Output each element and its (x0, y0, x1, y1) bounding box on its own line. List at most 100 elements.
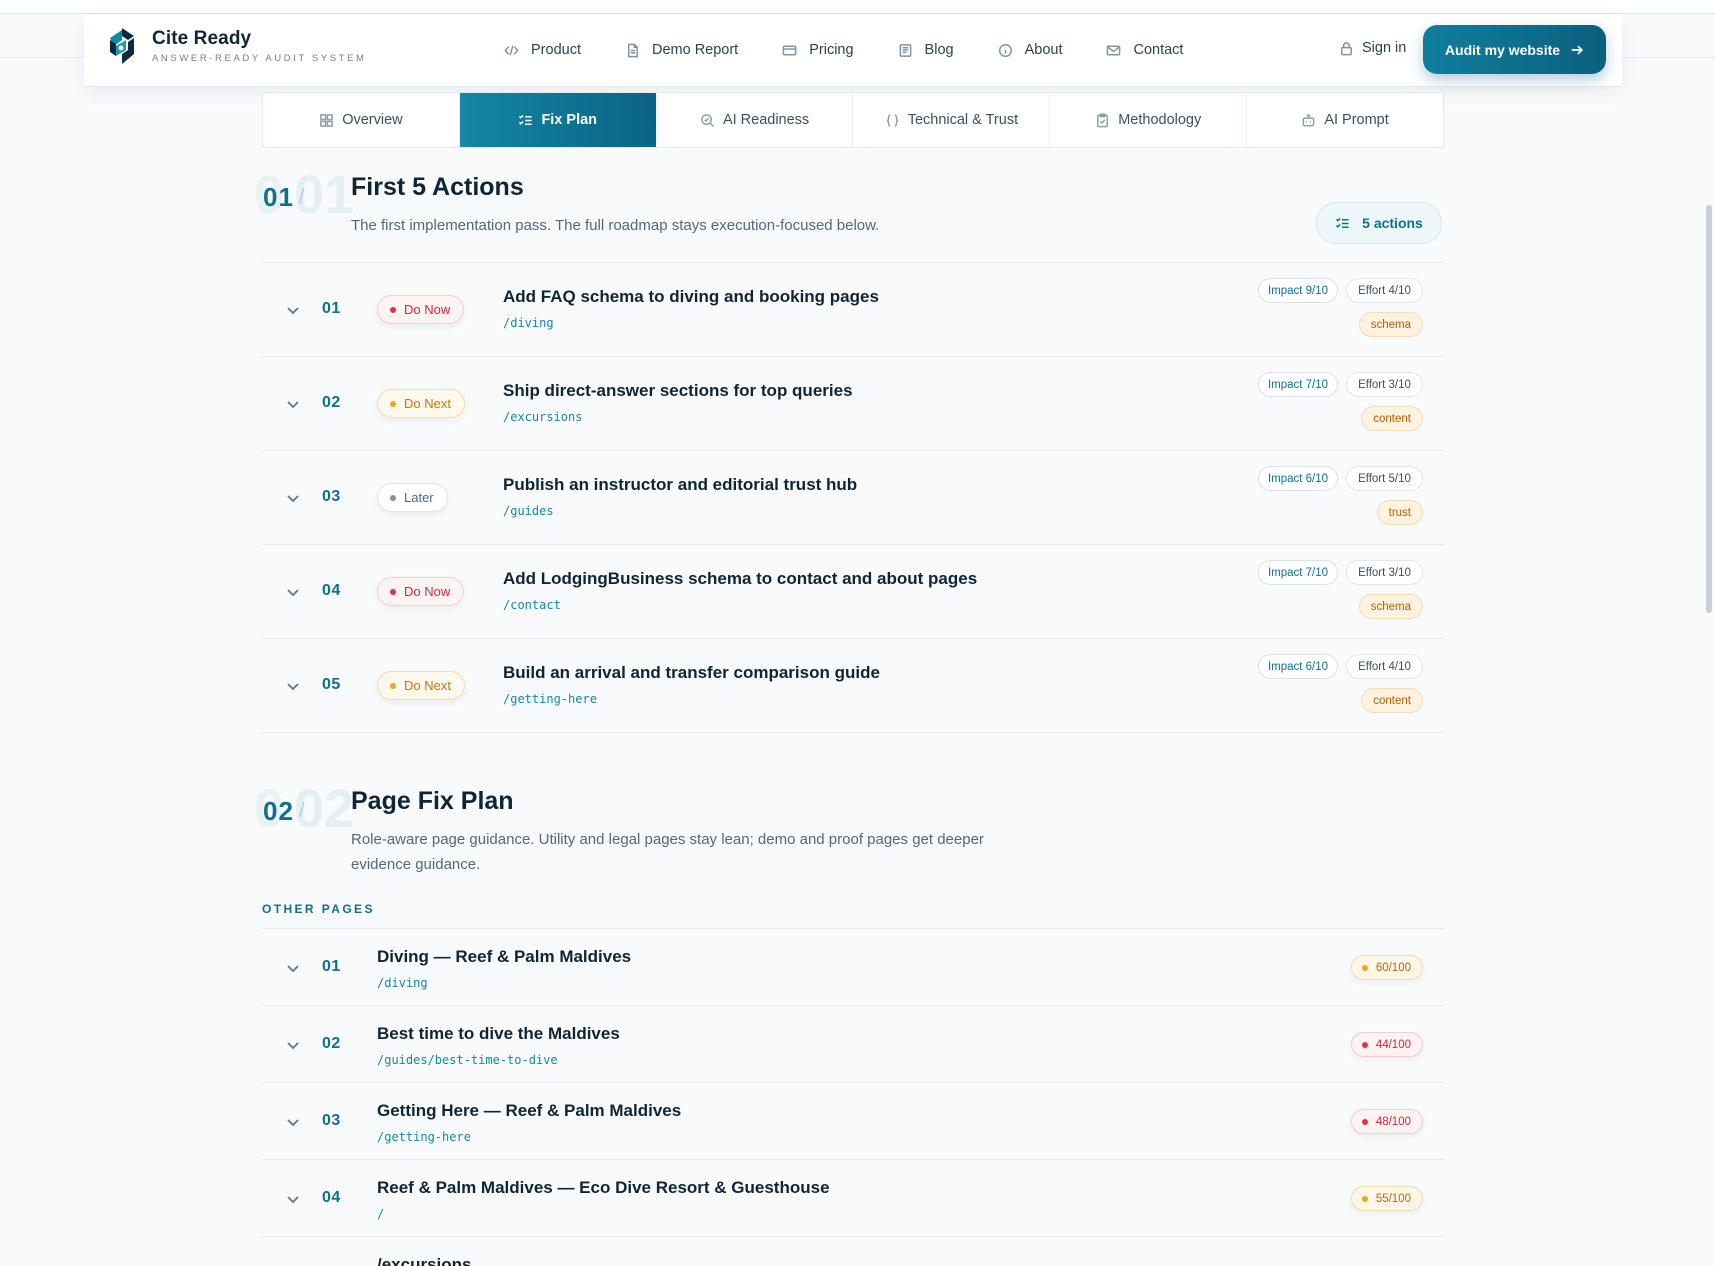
action-row[interactable]: 01 Do Now Add FAQ schema to diving and b… (262, 263, 1444, 357)
nav-label: Contact (1133, 42, 1184, 58)
grid-icon (320, 113, 334, 127)
page-path[interactable]: / (377, 1207, 384, 1221)
impact-tag: Impact 6/10 (1258, 654, 1338, 679)
nav-label: Demo Report (651, 42, 739, 58)
tab-label: Overview (342, 112, 403, 128)
logo-icon (110, 28, 134, 64)
priority-badge: Do Now (377, 295, 465, 324)
action-index: 01 (322, 300, 341, 317)
site-header: Cite Ready ANSWER-READY AUDIT SYSTEM Pro… (84, 14, 1622, 87)
sign-in-link[interactable]: Sign in (1339, 40, 1406, 56)
nav-contact[interactable]: Contact (1106, 42, 1183, 58)
cta-label: Audit my website (1444, 41, 1561, 58)
nav-pricing[interactable]: Pricing (782, 42, 854, 58)
page-path[interactable]: /diving (377, 976, 428, 990)
nav-product[interactable]: Product (504, 42, 581, 58)
score-badge: 44/100 (1350, 1032, 1423, 1057)
priority-badge: Later (377, 483, 448, 512)
page-row[interactable]: /excursions (262, 1237, 1444, 1266)
checklist-icon (1336, 217, 1349, 228)
effort-tag: Effort 3/10 (1346, 560, 1423, 585)
chevron-down-icon[interactable] (285, 678, 301, 694)
tab-methodology[interactable]: Methodology (1050, 93, 1248, 147)
category-tag: trust (1376, 500, 1423, 525)
action-title: Add LodgingBusiness schema to contact an… (503, 569, 978, 588)
score-badge: 60/100 (1350, 955, 1423, 980)
page-row[interactable]: 02 Best time to dive the Maldives /guide… (262, 1006, 1444, 1083)
chevron-down-icon[interactable] (285, 1037, 301, 1053)
nav-about[interactable]: About (998, 42, 1062, 58)
section-number: 0 02 02 / (254, 779, 355, 839)
action-row[interactable]: 04 Do Now Add LodgingBusiness schema to … (262, 545, 1444, 639)
action-row[interactable]: 05 Do Next Build an arrival and transfer… (262, 639, 1444, 733)
action-path[interactable]: /getting-here (503, 692, 597, 706)
action-path[interactable]: /excursions (503, 410, 582, 424)
tab-technical-trust[interactable]: Technical & Trust (853, 93, 1051, 147)
page-row[interactable]: 03 Getting Here — Reef & Palm Maldives /… (262, 1083, 1444, 1160)
tab-fix-plan[interactable]: Fix Plan (459, 93, 657, 147)
category-tag: content (1361, 406, 1423, 431)
chevron-down-icon[interactable] (285, 960, 301, 976)
credit-card-icon (782, 45, 797, 55)
chevron-down-icon[interactable] (285, 1191, 301, 1207)
action-path[interactable]: /contact (503, 598, 561, 612)
priority-badge: Do Next (377, 671, 465, 700)
tab-ai-readiness[interactable]: AI Readiness (657, 93, 854, 147)
action-title: Add FAQ schema to diving and booking pag… (503, 287, 879, 306)
chevron-down-icon[interactable] (285, 302, 301, 318)
page-index: 03 (322, 1112, 341, 1129)
priority-badge: Do Now (377, 577, 465, 606)
action-title: Build an arrival and transfer comparison… (503, 663, 880, 682)
section-first-actions-header: 0 01 01 / First 5 Actions The first impl… (254, 165, 1444, 262)
section-description: The first implementation pass. The full … (351, 217, 880, 234)
action-row[interactable]: 03 Later Publish an instructor and edito… (262, 451, 1444, 545)
robot-icon (1302, 114, 1315, 126)
effort-tag: Effort 3/10 (1346, 372, 1423, 397)
impact-tag: Impact 6/10 (1258, 466, 1338, 491)
group-label: OTHER PAGES (262, 902, 375, 916)
page-row[interactable]: 01 Diving — Reef & Palm Maldives /diving… (262, 929, 1444, 1006)
priority-badge: Do Next (377, 389, 465, 418)
effort-tag: Effort 4/10 (1346, 278, 1423, 303)
page-title: Best time to dive the Maldives (377, 1024, 620, 1043)
actions-count-badge: 5 actions (1316, 202, 1442, 244)
chevron-down-icon[interactable] (285, 490, 301, 506)
nav-label: Product (531, 42, 581, 58)
actions-count-label: 5 actions (1362, 215, 1423, 231)
action-path[interactable]: /diving (503, 316, 554, 330)
newspaper-icon (899, 43, 911, 57)
chevron-down-icon[interactable] (285, 584, 301, 600)
clipboard-icon (1097, 112, 1109, 127)
brand-tagline: ANSWER-READY AUDIT SYSTEM (152, 53, 367, 64)
checklist-icon (519, 114, 533, 125)
window-top-edge (0, 0, 1715, 14)
page-index: 01 (322, 958, 341, 975)
chevron-down-icon[interactable] (285, 396, 301, 412)
impact-tag: Impact 7/10 (1258, 560, 1338, 585)
page-path[interactable]: /getting-here (377, 1130, 471, 1144)
tab-overview[interactable]: Overview (263, 93, 460, 147)
nav-demo-report[interactable]: Demo Report (625, 42, 738, 58)
chevron-down-icon[interactable] (285, 1114, 301, 1130)
scrollbar[interactable] (1706, 205, 1712, 613)
lock-icon (1341, 41, 1352, 55)
page-list: 01 Diving — Reef & Palm Maldives /diving… (262, 928, 1444, 1266)
page-row[interactable]: 04 Reef & Palm Maldives — Eco Dive Resor… (262, 1160, 1444, 1237)
nav-blog[interactable]: Blog (898, 42, 954, 58)
section-number: 0 01 01 / (254, 165, 355, 225)
code-icon (504, 45, 519, 55)
page-path[interactable]: /guides/best-time-to-dive (377, 1053, 558, 1067)
page-title: Reef & Palm Maldives — Eco Dive Resort &… (377, 1178, 830, 1197)
document-icon (627, 43, 638, 57)
action-path[interactable]: /guides (503, 504, 554, 518)
action-row[interactable]: 02 Do Next Ship direct-answer sections f… (262, 357, 1444, 451)
nav-label: Blog (924, 42, 954, 58)
action-index: 02 (322, 394, 341, 411)
brand[interactable]: Cite Ready ANSWER-READY AUDIT SYSTEM (106, 26, 367, 66)
category-tag: content (1361, 688, 1423, 713)
tab-ai-prompt[interactable]: AI Prompt (1247, 93, 1443, 147)
score-badge: 48/100 (1350, 1109, 1423, 1134)
tab-label: AI Readiness (722, 112, 810, 128)
audit-website-button[interactable]: Audit my website (1423, 25, 1606, 74)
page-title: Diving — Reef & Palm Maldives (377, 947, 632, 966)
